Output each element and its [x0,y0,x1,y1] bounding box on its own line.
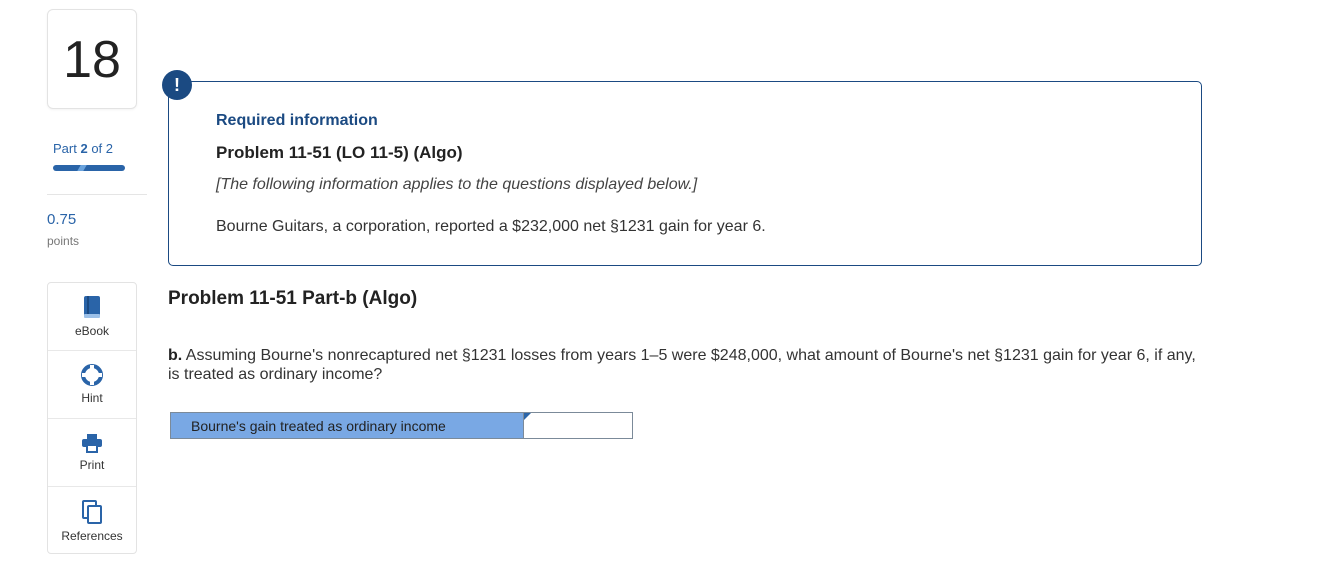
required-information-heading: Required information [216,112,378,129]
references-label: References [61,528,123,543]
question-text: b. Assuming Bourne's nonrecaptured net §… [168,346,1208,384]
question-label: b. [168,347,183,364]
hint-button[interactable]: Hint [48,351,136,419]
part-progress-bar [53,165,125,171]
answer-cell [524,413,632,438]
part-heading: Problem 11-51 Part-b (Algo) [168,288,418,309]
points-value: 0.75 [47,211,77,228]
ebook-button[interactable]: eBook [48,283,136,351]
copy-icon [82,499,102,524]
alert-badge-icon: ! [162,70,192,100]
ebook-label: eBook [74,324,110,338]
points-label: points [47,234,80,248]
required-information-box: Required information Problem 11-51 (LO 1… [168,81,1202,266]
problem-title: Problem 11-51 (LO 11-5) (Algo) [216,143,463,162]
part-current: 2 [80,141,88,156]
print-button[interactable]: Print [48,419,136,487]
hint-label: Hint [81,391,103,405]
question-number: 18 [47,9,137,109]
references-button[interactable]: References [48,487,136,555]
question-body: Assuming Bourne's nonrecaptured net §123… [168,347,1196,383]
answer-input[interactable] [524,413,632,438]
answer-table: Bourne's gain treated as ordinary income [170,412,633,439]
part-prefix: Part [53,141,77,156]
lifebuoy-icon [81,364,103,386]
part-progress-fill [53,165,125,171]
input-marker-icon [524,413,531,420]
sidebar-divider [47,194,147,195]
tools-panel: eBook Hint Print References [47,282,137,554]
printer-icon [82,434,102,453]
info-note: [The following information applies to th… [216,176,698,193]
print-label: Print [79,458,105,472]
book-icon [84,296,100,318]
part-suffix: of 2 [91,141,114,156]
info-text: Bourne Guitars, a corporation, reported … [216,218,766,235]
answer-label: Bourne's gain treated as ordinary income [171,413,524,438]
part-indicator: Part 2 of 2 [53,141,113,156]
